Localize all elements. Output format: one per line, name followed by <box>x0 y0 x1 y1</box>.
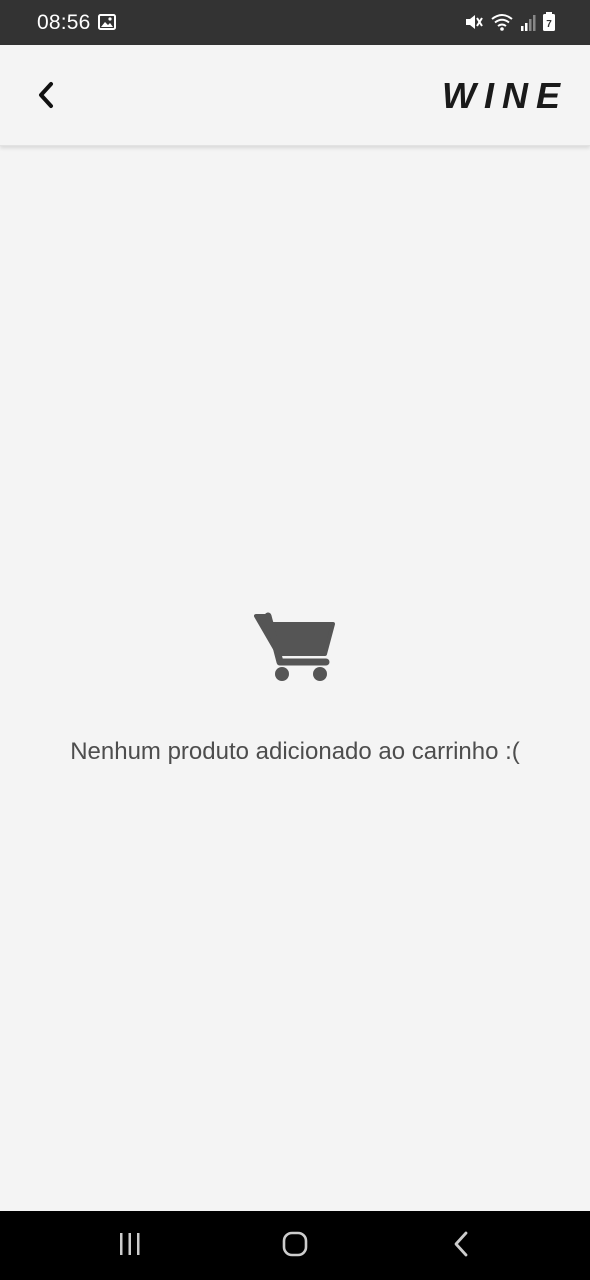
home-icon <box>281 1230 309 1263</box>
back-arrow-icon <box>451 1230 471 1263</box>
home-button[interactable] <box>270 1228 320 1264</box>
chevron-left-icon <box>34 80 58 115</box>
back-button[interactable] <box>26 77 66 117</box>
empty-cart-state: Nenhum produto adicionado ao carrinho :( <box>0 610 590 766</box>
signal-icon <box>520 12 536 32</box>
cart-screen: 08:56 7 WINE Nenhum produto adicionado a… <box>0 0 590 1280</box>
battery-level: 7 <box>546 19 552 30</box>
app-bar: WINE <box>0 45 590 146</box>
wifi-icon <box>490 12 514 32</box>
empty-cart-message: Nenhum produto adicionado ao carrinho :( <box>70 738 520 765</box>
recents-icon <box>117 1232 143 1261</box>
status-icons: 7 <box>464 12 556 32</box>
status-time: 08:56 <box>37 11 91 34</box>
shopping-cart-icon <box>254 610 336 686</box>
mute-icon <box>464 12 484 32</box>
wine-logo: WINE <box>442 75 568 116</box>
gallery-icon <box>98 14 116 30</box>
recents-button[interactable] <box>105 1228 155 1264</box>
navigation-bar <box>0 1211 590 1280</box>
system-back-button[interactable] <box>436 1228 486 1264</box>
status-bar: 08:56 7 <box>0 0 590 45</box>
battery-icon: 7 <box>542 12 556 32</box>
